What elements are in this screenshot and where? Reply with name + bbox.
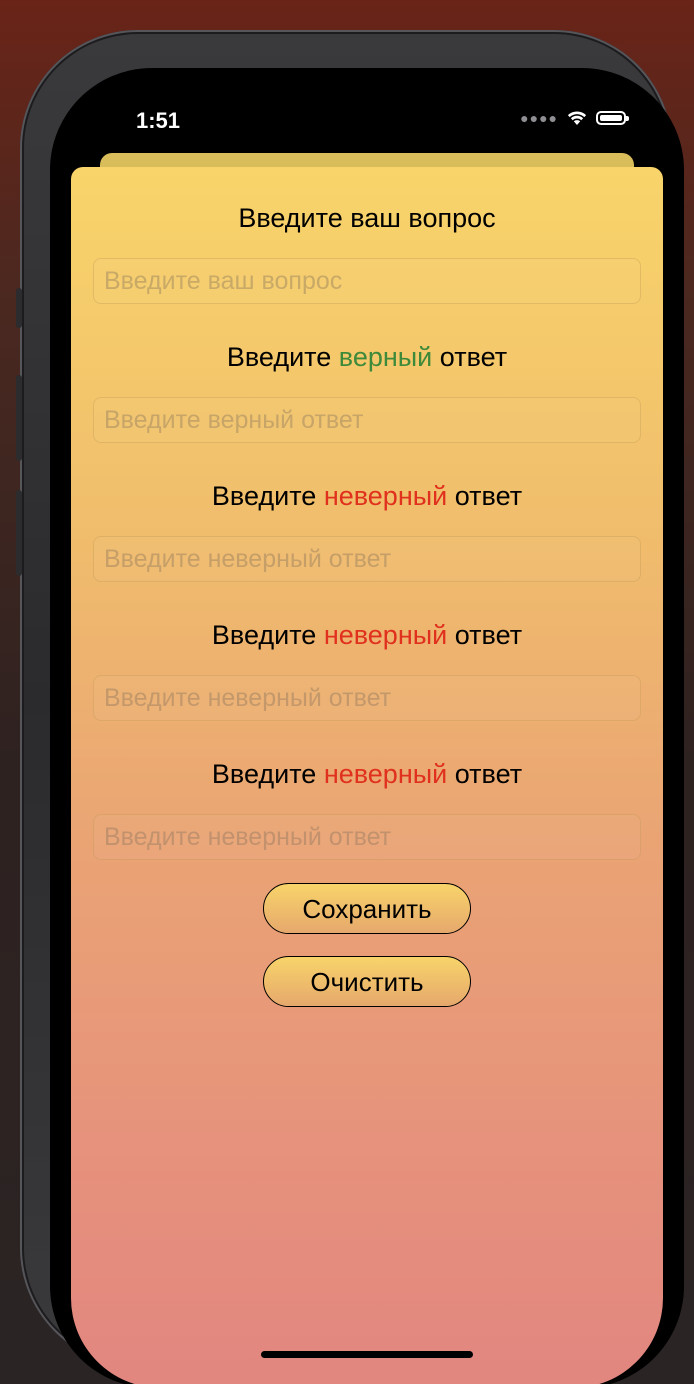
status-icons: ●●●●	[520, 110, 629, 126]
wrong-answer-label-accent: неверный	[323, 620, 448, 650]
wrong-answer-label-prefix: Введите	[211, 620, 317, 650]
question-input[interactable]	[93, 258, 641, 304]
cellular-dots-icon: ●●●●	[520, 110, 558, 126]
volume-up-button	[16, 375, 22, 461]
wrong-answer-2-input[interactable]	[93, 675, 641, 721]
wrong-answer-label-prefix: Введите	[211, 759, 317, 789]
device-screen: 1:51 ●●●● Введите ваш вопрос Введите вер…	[50, 68, 684, 1384]
battery-icon	[596, 111, 629, 125]
battery-tip	[626, 116, 629, 121]
save-button[interactable]: Сохранить	[263, 883, 471, 934]
correct-answer-label-accent: верный	[338, 342, 433, 372]
wrong-answer-label-accent: неверный	[323, 481, 448, 511]
correct-answer-label-suffix: ответ	[439, 342, 508, 372]
wrong-answer-label-suffix: ответ	[454, 759, 523, 789]
wrong-answer-label-suffix: ответ	[454, 481, 523, 511]
wrong-answer-1-input[interactable]	[93, 536, 641, 582]
wrong-answer-2-label: Введите неверный ответ	[71, 618, 663, 652]
wrong-answer-1-label: Введите неверный ответ	[71, 479, 663, 513]
status-time: 1:51	[136, 108, 181, 133]
correct-answer-label-prefix: Введите	[226, 342, 332, 372]
wrong-answer-label-prefix: Введите	[211, 481, 317, 511]
battery-level	[600, 115, 622, 121]
correct-answer-label: Введите верный ответ	[71, 340, 663, 374]
wrong-answer-3-label: Введите неверный ответ	[71, 757, 663, 791]
phone-frame: 1:51 ●●●● Введите ваш вопрос Введите вер…	[16, 30, 684, 1384]
mute-switch	[16, 288, 22, 328]
correct-answer-input[interactable]	[93, 397, 641, 443]
volume-down-button	[16, 490, 22, 576]
wrong-answer-label-accent: неверный	[323, 759, 448, 789]
wrong-answer-label-suffix: ответ	[454, 620, 523, 650]
wifi-icon	[567, 111, 587, 125]
home-indicator[interactable]	[261, 1351, 473, 1358]
clear-button[interactable]: Очистить	[263, 956, 471, 1007]
question-label: Введите ваш вопрос	[238, 203, 496, 233]
question-form-sheet: Введите ваш вопрос Введите верный ответ …	[71, 167, 663, 1384]
wrong-answer-3-input[interactable]	[93, 814, 641, 860]
